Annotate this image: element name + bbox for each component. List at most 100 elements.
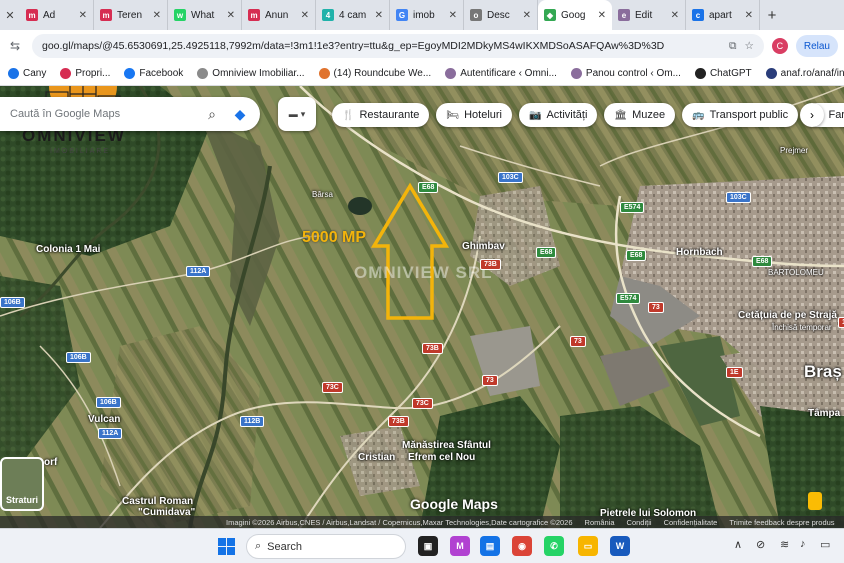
bookmark-item[interactable]: Panou control ‹ Om... <box>570 68 681 79</box>
relaunch-button[interactable]: Relau <box>795 35 838 57</box>
taskbar-m365-icon[interactable]: M <box>450 536 470 556</box>
tab-close-icon[interactable]: ✕ <box>671 10 679 21</box>
road-shield: 73C <box>322 382 343 393</box>
tab-close-icon[interactable]: ✕ <box>598 10 606 21</box>
chip-restaurante[interactable]: 🍴 Restaurante <box>332 103 430 127</box>
tab-close-icon[interactable]: ✕ <box>375 10 383 21</box>
browser-tab[interactable]: m Teren ✕ <box>94 0 168 30</box>
taskbar-whatsapp-icon[interactable]: ✆ <box>544 536 564 556</box>
map-label-castrul[interactable]: Castrul Roman <box>122 496 193 507</box>
bookmark-favicon-icon <box>124 68 136 79</box>
chip-transport-public[interactable]: 🚌 Transport public <box>682 103 799 127</box>
browser-toolbar: ⇆ goo.gl/maps/@45.6530691,25.4925118,799… <box>0 30 844 62</box>
taskbar-word-icon[interactable]: W <box>610 536 630 556</box>
map-label-inchisa[interactable]: Închisă temporar <box>772 323 832 332</box>
chip-muzee[interactable]: 🏛 Muzee <box>604 103 676 127</box>
bookmark-item[interactable]: Omniview Imobiliar... <box>197 68 305 79</box>
chip-label: Hoteluri <box>464 109 502 121</box>
browser-tab[interactable]: m Anun ✕ <box>242 0 316 30</box>
taskbar-store-icon[interactable]: ▤ <box>480 536 500 556</box>
tab-close-icon[interactable]: ✕ <box>0 0 20 30</box>
attribution-link[interactable]: România <box>585 518 615 527</box>
map-label-orf[interactable]: orf <box>44 457 57 468</box>
tab-strip: ✕ m Ad ✕ m Teren ✕ w What ✕ m Anun ✕ 4 4 cam ✕ Gimob ✕ o D… <box>0 0 844 30</box>
battery-icon[interactable]: ▭ <box>820 538 830 551</box>
maps-search-input[interactable]: Caută în Google Maps <box>10 108 194 120</box>
map-type-toggle[interactable]: ▬ ▾ <box>278 97 316 131</box>
bookmark-item[interactable]: Propri... <box>60 68 110 79</box>
map-label-hornbach[interactable]: Hornbach <box>676 247 723 258</box>
browser-tab[interactable]: ◆ Goog ✕ <box>538 0 612 30</box>
browser-tab[interactable]: m Ad ✕ <box>20 0 94 30</box>
map-label-tampa[interactable]: Tâmpa <box>808 408 840 419</box>
taskbar-chrome-icon[interactable]: ◉ <box>512 536 532 556</box>
road-shield: E68 <box>752 256 773 267</box>
bookmark-item[interactable]: Facebook <box>124 68 183 79</box>
bookmark-item[interactable]: anaf.ro/anaf/intern <box>765 68 844 79</box>
windows-start-icon[interactable] <box>218 538 235 555</box>
map-label-cristian[interactable]: Cristian <box>358 452 395 463</box>
browser-tab[interactable]: o Desc ✕ <box>464 0 538 30</box>
browser-tab[interactable]: Gimob ✕ <box>390 0 464 30</box>
map-label-prejmer[interactable]: Prejmer <box>780 146 808 155</box>
tab-favicon-icon: m <box>100 9 112 21</box>
bookmark-item[interactable]: Autentificare ‹ Omni... <box>445 68 557 79</box>
search-icon[interactable]: ⌕ <box>202 104 222 124</box>
street-view-pegman-icon[interactable] <box>808 492 822 510</box>
wifi-icon[interactable]: ≋ <box>780 538 789 551</box>
map-label-manastirea[interactable]: Mănăstirea Sfântul <box>402 440 491 451</box>
map-attribution: Imagini ©2026 Airbus,CNES / Airbus,Lands… <box>0 516 844 528</box>
tab-close-icon[interactable]: ✕ <box>301 10 309 21</box>
tab-favicon-icon: G <box>396 9 408 21</box>
browser-tab[interactable]: c apart ✕ <box>686 0 760 30</box>
tab-close-icon[interactable]: ✕ <box>449 10 457 21</box>
road-shield: 106B <box>66 352 91 363</box>
map-area[interactable]: OMNIVIEW IMOBILIARE Caută în Google Maps… <box>0 86 844 528</box>
tab-title: What <box>191 9 215 21</box>
chip-activit-i[interactable]: 📷 Activități <box>519 103 598 127</box>
tab-close-icon[interactable]: ✕ <box>523 10 531 21</box>
tab-close-icon[interactable]: ✕ <box>79 10 87 21</box>
attribution-link[interactable]: Confidențialitate <box>664 518 718 527</box>
bookmark-label: Autentificare ‹ Omni... <box>460 68 557 79</box>
mute-icon[interactable]: ⊘ <box>756 538 765 551</box>
site-settings-icon[interactable]: ⇆ <box>6 37 24 55</box>
watermark-overlay: OMNIVIEW SRL <box>354 263 493 282</box>
profile-avatar[interactable]: C <box>771 38 788 54</box>
browser-tab[interactable]: w What ✕ <box>168 0 242 30</box>
tab-close-icon[interactable]: ✕ <box>153 10 161 21</box>
map-label-colonia[interactable]: Colonia 1 Mai <box>36 244 100 255</box>
attribution-link[interactable]: Trimite feedback despre produs <box>729 518 834 527</box>
map-label-manastirea2[interactable]: Efrem cel Nou <box>408 452 475 463</box>
taskbar-search[interactable]: ⌕ Search <box>246 534 406 559</box>
road-shield: E68 <box>626 250 647 261</box>
bookmark-item[interactable]: ChatGPT <box>694 68 752 79</box>
browser-tab[interactable]: 4 4 cam ✕ <box>316 0 390 30</box>
address-bar[interactable]: goo.gl/maps/@45.6530691,25.4925118,7992m… <box>32 34 764 58</box>
address-url[interactable]: goo.gl/maps/@45.6530691,25.4925118,7992m… <box>42 40 721 52</box>
map-label-ghimbav[interactable]: Ghimbav <box>462 241 505 252</box>
install-app-icon[interactable]: ⧉ <box>729 40 737 53</box>
map-label-brasov[interactable]: Braș <box>804 362 842 382</box>
volume-icon[interactable]: ♪ <box>800 538 806 550</box>
map-label-barsa[interactable]: Bârsa <box>312 190 333 199</box>
new-tab-button[interactable]: + <box>760 0 784 30</box>
bookmark-item[interactable]: Cany <box>8 68 46 79</box>
bookmark-item[interactable]: (14) Roundcube We... <box>318 68 431 79</box>
chevron-right-icon[interactable]: › <box>800 103 824 127</box>
taskbar-explorer-icon[interactable]: ▭ <box>578 536 598 556</box>
directions-icon[interactable]: ◆ <box>230 104 250 124</box>
tab-close-icon[interactable]: ✕ <box>745 10 753 21</box>
browser-tab[interactable]: e Edit ✕ <box>612 0 686 30</box>
map-label-vulcan[interactable]: Vulcan <box>88 414 120 425</box>
tray-chevron-icon[interactable]: ∧ <box>734 538 742 551</box>
attribution-link[interactable]: Condiții <box>627 518 652 527</box>
tab-close-icon[interactable]: ✕ <box>227 10 235 21</box>
maps-search-box[interactable]: Caută în Google Maps ⌕ ◆ <box>0 97 260 131</box>
chip-hoteluri[interactable]: 🛏 Hoteluri <box>436 103 512 127</box>
bookmark-star-icon[interactable]: ☆ <box>744 40 753 52</box>
layers-button[interactable]: Straturi <box>0 457 44 511</box>
map-label-bartolomeu[interactable]: BARTOLOMEU <box>768 268 824 277</box>
map-label-cetatuia[interactable]: Cetățuia de pe Strajă <box>738 310 837 321</box>
taskbar-task-view-icon[interactable]: ▣ <box>418 536 438 556</box>
